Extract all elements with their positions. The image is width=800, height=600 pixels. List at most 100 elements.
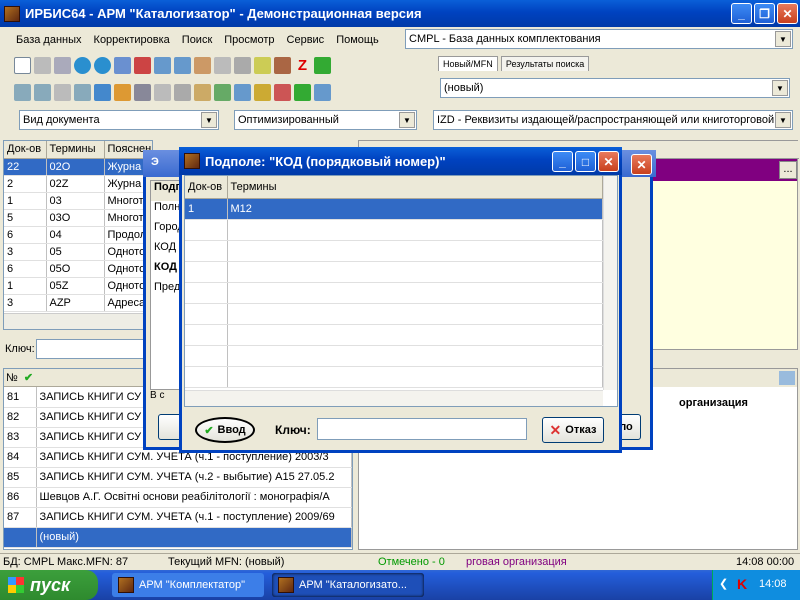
arrow-down-icon[interactable] [314,57,331,74]
print-preview-icon[interactable] [174,84,191,101]
vertical-scrollbar[interactable] [603,176,617,390]
field-select[interactable]: IZD - Реквизиты издающей/распространяюще… [433,110,793,130]
pages-icon[interactable] [234,84,251,101]
task-button-katalogizator[interactable]: АРМ "Каталогизато... [272,573,424,597]
chevron-down-icon: ▼ [201,112,217,128]
bg-close-button[interactable]: ✕ [631,154,652,175]
record-select[interactable]: (новый) ▼ [440,78,790,98]
mode-select[interactable]: Оптимизированный ▼ [234,110,417,130]
column-header[interactable]: Термины [46,141,105,159]
doc-view-select[interactable]: Вид документа ▼ [19,110,219,130]
table-row [185,282,603,304]
dialog-close-button[interactable]: ✕ [598,151,619,172]
list-icon[interactable] [154,57,171,74]
back-icon[interactable] [74,57,91,74]
menu-help[interactable]: Помощь [336,34,379,46]
menu-search[interactable]: Поиск [182,34,212,46]
ellipsis-button[interactable]: ... [779,161,797,179]
find-next-icon[interactable] [34,84,51,101]
menu-service[interactable]: Сервис [287,34,325,46]
cross-icon: ✕ [549,421,562,438]
table-icon[interactable] [134,57,151,74]
terms-grid: Док-ов Термины 1 M12 [184,175,618,407]
checkmark-icon: ✔ [204,424,214,437]
catalog-icon[interactable] [194,84,211,101]
database-select[interactable]: CMPL - База данных комплектования ▼ [405,29,793,49]
tab-search-results[interactable]: Результаты поиска [500,56,590,71]
find-icon[interactable] [14,84,31,101]
delete-icon[interactable] [214,57,231,74]
column-header[interactable]: Док-ов [4,141,47,159]
table-row[interactable]: (новый) [4,527,352,548]
chevron-down-icon: ▼ [775,112,791,128]
task-button-komplektator[interactable]: АРМ "Комплектатор" [112,573,264,597]
print-icon[interactable] [779,371,795,385]
table-row [185,324,603,346]
dialog-maximize-button[interactable]: □ [575,151,596,172]
arrow-left-icon[interactable]: ❮ [719,577,728,590]
enter-button[interactable]: ✔ Ввод [195,417,255,443]
antivirus-icon[interactable]: K [737,576,747,592]
filter-icon[interactable] [74,84,91,101]
windows-logo-icon [8,577,24,593]
dict-key-input[interactable] [36,339,154,359]
import-icon[interactable] [214,84,231,101]
menu-database[interactable]: База данных [16,34,82,46]
table-row[interactable]: 86 Шевцов А.Г. Освітні основи реабілітоло… [4,487,352,508]
z-icon[interactable]: Z [294,57,311,74]
copy-icon[interactable] [114,57,131,74]
horizontal-scrollbar[interactable] [4,313,152,329]
folder-open-icon[interactable] [254,84,271,101]
horizontal-scrollbar[interactable] [185,390,603,406]
forward-icon[interactable] [94,57,111,74]
dialog-key-label: Ключ: [275,423,311,437]
table-row[interactable]: 2 02Z Журна [4,175,152,193]
undo-icon[interactable] [54,57,71,74]
table-row[interactable]: 3 AZP Адреса [4,294,152,312]
dialog-title: Подполе: "КОД (порядковый номер)" [205,153,446,169]
tab-new-mfn[interactable]: Новый/MFN [438,56,498,71]
edit-icon[interactable] [194,57,211,74]
column-header[interactable]: Термины [227,176,603,199]
checkmark-icon[interactable]: ✔ [24,371,33,384]
toolbar-row-2 [14,84,331,101]
preview-text: организация [679,397,748,409]
chart-icon[interactable] [274,84,291,101]
dialog-minimize-button[interactable]: _ [552,151,573,172]
table-row[interactable]: 87 ЗАПИСЬ КНИГИ СУМ. УЧЕТА (ч.1 - поступл… [4,507,352,528]
table-row[interactable]: 85 ЗАПИСЬ КНИГИ СУМ. УЧЕТА (ч.2 - выбытие… [4,467,352,488]
restore-button[interactable]: ❐ [754,3,775,24]
settings-icon[interactable] [314,84,331,101]
new-record-icon[interactable] [14,57,31,74]
table-row[interactable]: 5 03O Многото [4,209,152,227]
indent-icon[interactable] [174,57,191,74]
column-header[interactable]: Док-ов [185,176,228,199]
export-icon[interactable] [134,84,151,101]
menu-view[interactable]: Просмотр [224,34,274,46]
dict-key-label: Ключ: [5,343,35,355]
owl-icon[interactable] [274,57,291,74]
folder-icon[interactable] [154,84,171,101]
save-icon[interactable] [34,57,51,74]
excel-icon[interactable] [294,84,311,101]
table-row[interactable]: 6 05O Одното [4,260,152,278]
close-button[interactable]: ✕ [777,3,798,24]
dialog-key-input[interactable] [317,418,527,440]
cancel-button[interactable]: ✕ Отказ [542,417,604,443]
minimize-button[interactable]: _ [731,3,752,24]
sort-icon[interactable] [94,84,111,101]
table-row[interactable]: 1 05Z Одното [4,277,152,295]
terms-table: Док-ов Термины 1 M12 [185,176,603,388]
table-row[interactable]: 1 M12 [185,198,603,220]
menu-edit[interactable]: Корректировка [94,34,170,46]
document-icon[interactable] [234,57,251,74]
table-row[interactable]: 3 05 Одното [4,243,152,261]
table-row [185,240,603,262]
print-icon[interactable] [254,57,271,74]
start-button[interactable]: пуск [0,570,98,600]
table-row[interactable]: 1 03 Многото [4,192,152,210]
table-row[interactable]: 6 04 Продол [4,226,152,244]
tools-icon[interactable] [114,84,131,101]
table-row[interactable]: 22 02O Журна [4,158,152,176]
grid-icon[interactable] [54,84,71,101]
